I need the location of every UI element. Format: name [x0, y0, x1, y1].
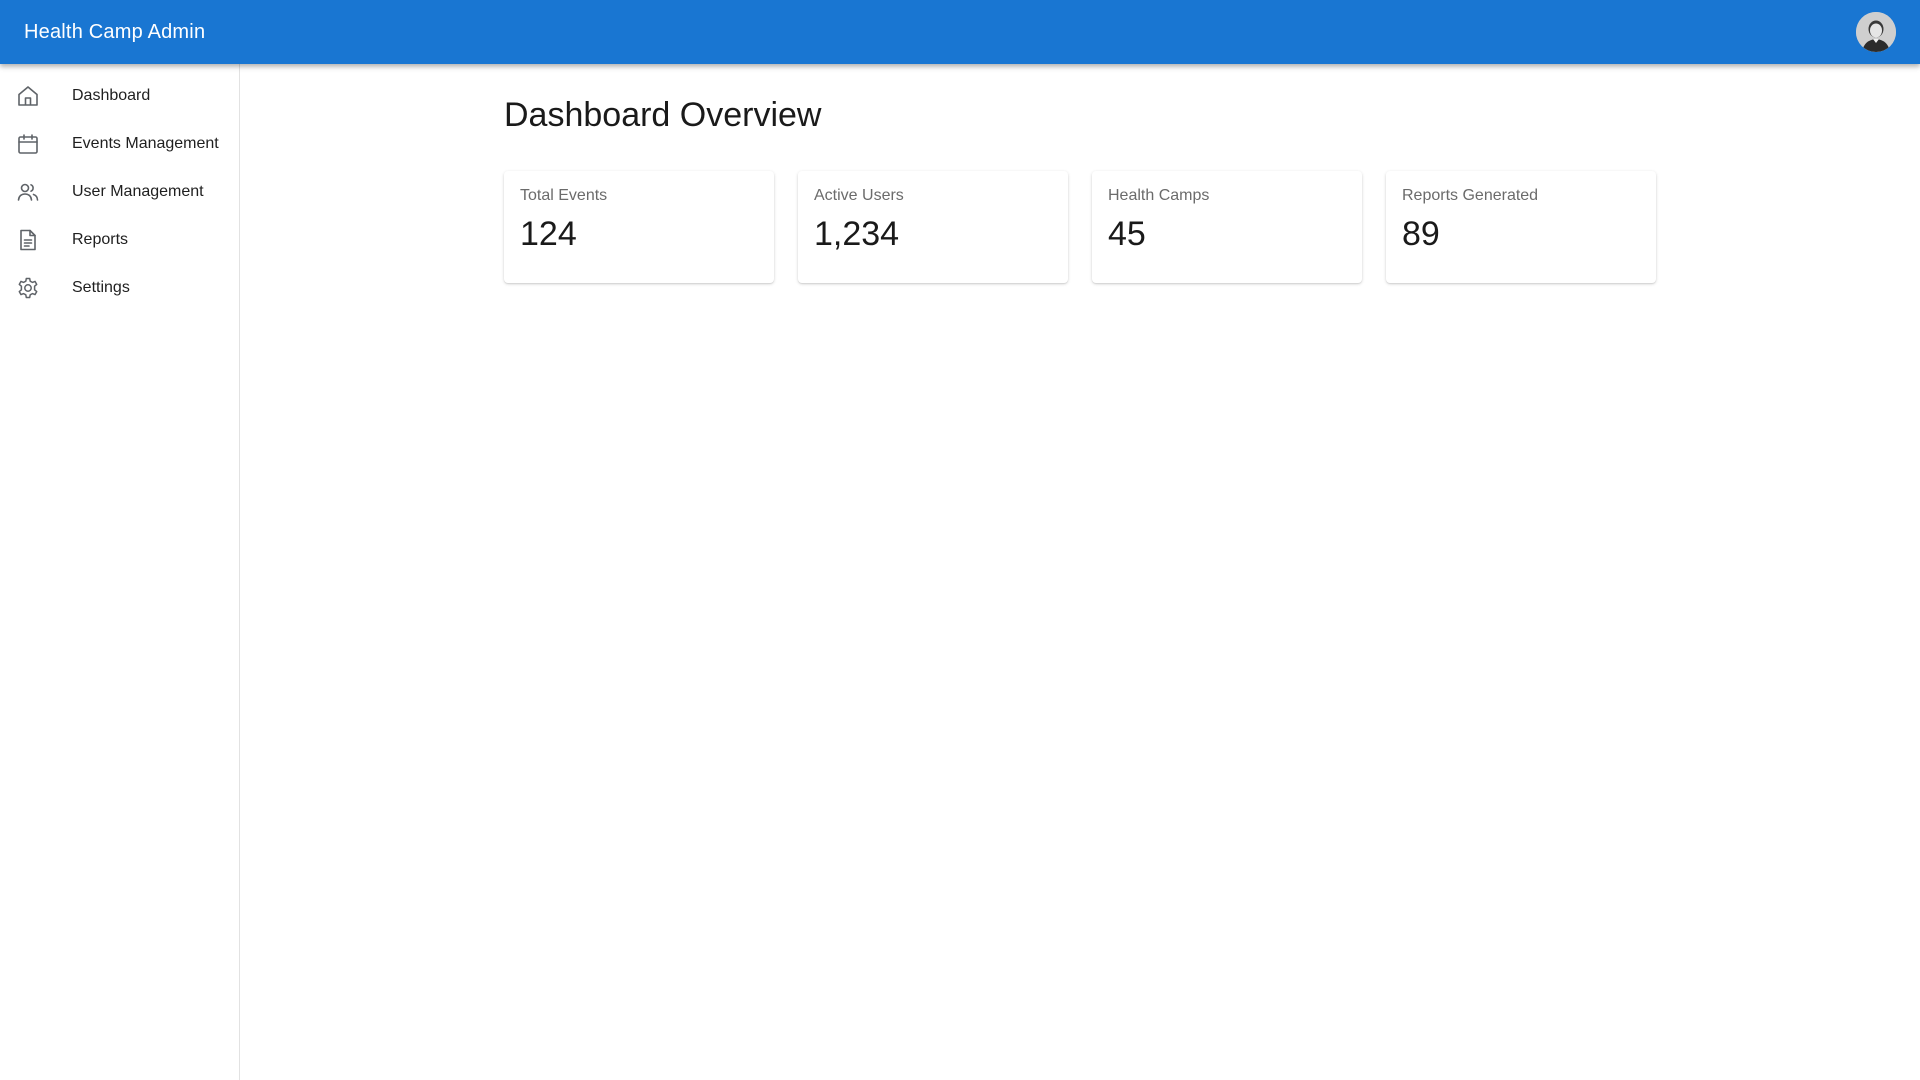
sidebar-item-settings[interactable]: Settings — [0, 264, 239, 312]
stat-value: 124 — [520, 215, 577, 253]
stat-card-health-camps: Health Camps 45 — [1092, 171, 1362, 283]
app-bar: Health Camp Admin — [0, 0, 1920, 64]
main-content: Dashboard Overview Total Events 124 Acti… — [240, 64, 1920, 1080]
document-icon — [16, 228, 40, 252]
sidebar-item-label: Settings — [72, 279, 130, 296]
stat-card-reports-generated: Reports Generated 89 — [1386, 171, 1656, 283]
page-title: Dashboard Overview — [504, 96, 822, 134]
dashboard-content: Dashboard Overview Total Events 124 Acti… — [504, 96, 1664, 283]
sidebar-item-label: User Management — [72, 183, 204, 200]
stat-label: Reports Generated — [1402, 187, 1539, 204]
users-icon — [16, 180, 40, 204]
stat-label: Health Camps — [1108, 187, 1210, 204]
app-title: Health Camp Admin — [24, 20, 206, 43]
stat-value: 45 — [1108, 215, 1146, 253]
stat-label: Total Events — [520, 187, 608, 204]
home-icon — [16, 84, 40, 108]
sidebar-item-label: Reports — [72, 231, 129, 248]
sidebar-item-label: Dashboard — [72, 87, 151, 104]
stat-card-active-users: Active Users 1,234 — [798, 171, 1068, 283]
calendar-icon — [16, 132, 40, 156]
stats-cards: Total Events 124 Active Users 1,234 Heal… — [504, 171, 1664, 283]
sidebar-item-reports[interactable]: Reports — [0, 216, 239, 264]
user-avatar[interactable] — [1856, 12, 1896, 52]
sidebar: Dashboard Events Management User Managem… — [0, 64, 240, 1080]
sidebar-item-dashboard[interactable]: Dashboard — [0, 72, 239, 120]
sidebar-item-events-management[interactable]: Events Management — [0, 120, 239, 168]
stat-value: 1,234 — [814, 215, 900, 253]
stat-card-total-events: Total Events 124 — [504, 171, 774, 283]
stat-value: 89 — [1402, 215, 1440, 253]
user-avatar-icon — [1856, 12, 1896, 52]
gear-icon — [16, 276, 40, 300]
sidebar-item-label: Events Management — [72, 135, 219, 152]
stat-label: Active Users — [814, 187, 904, 204]
sidebar-item-user-management[interactable]: User Management — [0, 168, 239, 216]
